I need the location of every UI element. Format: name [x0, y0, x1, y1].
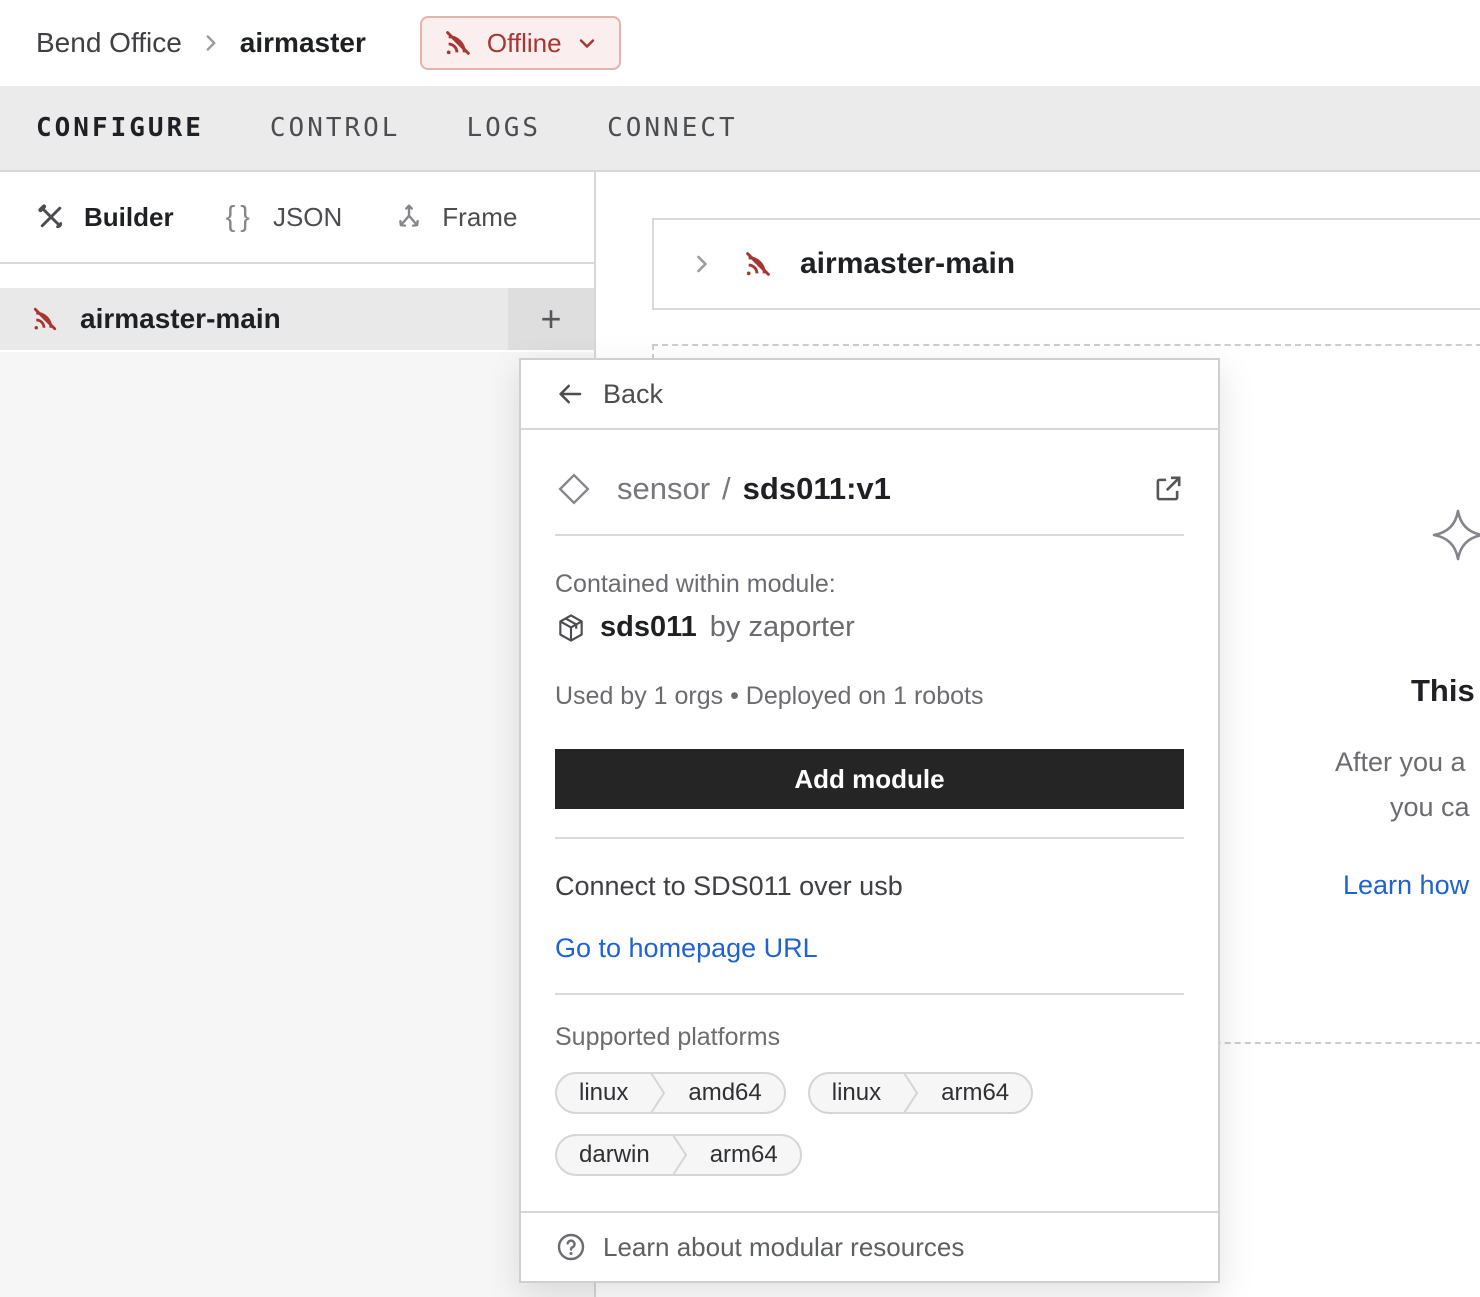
frame-axes-icon [394, 202, 424, 232]
arrow-left-icon [555, 379, 585, 409]
chevron-down-icon [575, 31, 599, 55]
breadcrumb: Bend Office airmaster [36, 27, 366, 59]
module-description: Connect to SDS011 over usb [555, 871, 1184, 902]
json-braces-icon: {} [226, 201, 255, 234]
module-name: sds011 [600, 611, 697, 644]
module-usage-stats: Used by 1 orgs • Deployed on 1 robots [555, 682, 1184, 711]
sidebar-part-name: airmaster-main [80, 303, 281, 335]
wifi-off-icon [30, 304, 60, 334]
builder-tools-icon [36, 202, 66, 232]
pill-separator-chevron [903, 1072, 919, 1114]
divider [555, 837, 1184, 839]
package-icon [555, 612, 587, 644]
empty-state-text-fragment: you ca [1390, 792, 1470, 823]
module-line: sds011 by zaporter [555, 611, 1184, 644]
mode-json-label: JSON [273, 202, 342, 233]
machine-nav-tabs: CONFIGURE CONTROL LOGS CONNECT [0, 86, 1480, 172]
open-in-registry-button[interactable] [1151, 473, 1184, 506]
supported-platforms-heading: Supported platforms [555, 1023, 1184, 1052]
platform-badge: darwin arm64 [555, 1134, 802, 1176]
add-module-button[interactable]: Add module [555, 749, 1184, 809]
question-circle-icon [555, 1231, 587, 1263]
breadcrumb-org[interactable]: Bend Office [36, 27, 182, 59]
module-detail-popover: Back sensor / sds011:v1 Cont [519, 358, 1220, 1283]
machine-status-dropdown[interactable]: Offline [420, 16, 621, 70]
resource-title-row: sensor / sds011:v1 [555, 470, 1184, 508]
chevron-right-icon [198, 30, 224, 56]
diamond-icon [555, 470, 593, 508]
platform-os: linux [810, 1079, 903, 1107]
resource-model: sds011:v1 [743, 471, 891, 507]
homepage-url-link[interactable]: Go to homepage URL [555, 933, 1184, 964]
configure-mode-switcher: Builder {} JSON Frame [0, 172, 596, 264]
resource-title-separator: / [722, 471, 731, 507]
pill-separator-chevron [650, 1072, 666, 1114]
wifi-off-icon [442, 27, 474, 59]
empty-state-title-fragment: This [1411, 673, 1475, 709]
wifi-off-icon [742, 248, 774, 280]
mode-builder-label: Builder [84, 202, 174, 233]
resource-type: sensor [617, 471, 710, 507]
module-section-heading: Contained within module: [555, 570, 1184, 599]
topbar: Bend Office airmaster Offline [0, 0, 1480, 86]
platform-os: darwin [557, 1141, 672, 1169]
platform-arch: arm64 [919, 1079, 1031, 1107]
tab-control[interactable]: CONTROL [270, 113, 401, 143]
add-resource-button[interactable]: + [508, 288, 594, 350]
sidebar-part-row[interactable]: airmaster-main + [0, 288, 594, 350]
tab-logs[interactable]: LOGS [466, 113, 541, 143]
platform-arch: arm64 [688, 1141, 800, 1169]
mode-builder[interactable]: Builder [36, 202, 174, 233]
platform-badge: linux amd64 [555, 1072, 786, 1114]
platform-badges: linux amd64 linux arm64 darwin arm64 [555, 1072, 1075, 1176]
module-author: by zaporter [710, 611, 855, 644]
platform-os: linux [557, 1079, 650, 1107]
external-link-icon [1151, 473, 1184, 506]
sparkle-icon [1431, 508, 1480, 562]
popover-body: sensor / sds011:v1 Contained within modu… [521, 470, 1218, 1176]
chevron-right-icon [688, 250, 716, 278]
tab-configure[interactable]: CONFIGURE [36, 113, 204, 143]
empty-state-text-fragment: After you a [1335, 747, 1466, 778]
sidebar-background [0, 352, 594, 1297]
platform-arch: amd64 [666, 1079, 783, 1107]
back-button[interactable]: Back [521, 360, 1218, 430]
footer-link-label: Learn about modular resources [603, 1232, 964, 1263]
learn-modular-resources-link[interactable]: Learn about modular resources [521, 1211, 1218, 1281]
mode-frame-label: Frame [442, 202, 517, 233]
resources-sidebar: airmaster-main + [0, 264, 596, 1297]
learn-how-link[interactable]: Learn how [1343, 870, 1469, 901]
pill-separator-chevron [672, 1134, 688, 1176]
back-label: Back [603, 379, 663, 410]
divider [555, 993, 1184, 995]
breadcrumb-machine: airmaster [240, 27, 366, 59]
part-card-title: airmaster-main [800, 247, 1015, 281]
tab-connect[interactable]: CONNECT [607, 113, 738, 143]
status-label: Offline [487, 28, 562, 59]
viam-machine-page: Bend Office airmaster Offline CONFIGURE … [0, 0, 1480, 1297]
part-card-header[interactable]: airmaster-main [652, 218, 1480, 310]
divider [555, 534, 1184, 536]
mode-frame[interactable]: Frame [394, 202, 517, 233]
platform-badge: linux arm64 [808, 1072, 1033, 1114]
mode-json[interactable]: {} JSON [226, 201, 343, 234]
